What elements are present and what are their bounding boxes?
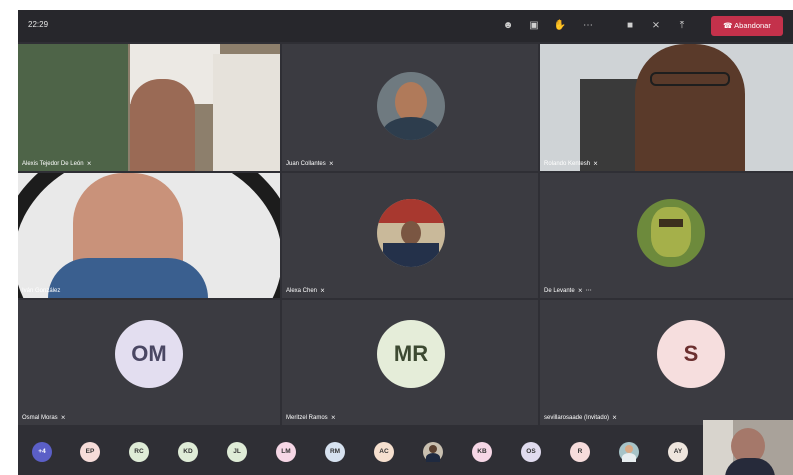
participant-name: De Levante ⨯ ⋯ (544, 288, 592, 294)
participant-name: Meritzel Ramos ⨯ (286, 415, 336, 421)
background-image (18, 44, 128, 171)
participant-shirt (48, 258, 208, 298)
video-tile[interactable]: Juan Collantes ⨯ (282, 44, 538, 171)
video-tile[interactable]: OM Osmal Moras ⨯ (18, 300, 280, 425)
participant-avatar[interactable]: KD (178, 442, 198, 462)
mic-off-icon: ⨯ (593, 161, 599, 167)
chat-icon[interactable]: ▣ (526, 18, 542, 34)
participant-avatar[interactable]: RC (129, 442, 149, 462)
participant-avatar (377, 72, 445, 140)
participant-avatar (377, 199, 445, 267)
participant-name: Iván González (22, 288, 61, 294)
video-tile[interactable]: Alexis Tejedor De León ⨯ (18, 44, 280, 171)
participant-name: sevillarosaade (Invitado) ⨯ (544, 415, 618, 421)
mic-off-icon: ⨯ (612, 415, 618, 421)
mic-off-icon: ⨯ (60, 415, 66, 421)
mic-off-icon: ⨯ (577, 288, 583, 294)
video-tile[interactable]: Alexa Chen ⨯ (282, 173, 538, 298)
leave-button[interactable]: ☎ Abandonar (711, 16, 783, 36)
participant-avatar[interactable]: AY (668, 442, 688, 462)
initials-avatar: S (657, 320, 725, 388)
share-screen-icon[interactable]: ⤒ (674, 18, 690, 34)
raise-hand-icon[interactable]: ✋ (552, 18, 568, 34)
video-tile[interactable]: Iván González (18, 173, 280, 298)
mic-off-icon: ⨯ (86, 161, 92, 167)
self-view-video[interactable] (703, 420, 793, 475)
background-chair (580, 79, 640, 171)
video-tile[interactable]: S sevillarosaade (Invitado) ⨯ (540, 300, 793, 425)
participant-photo-avatar[interactable] (423, 442, 443, 462)
glasses (650, 72, 730, 86)
participant-avatar[interactable]: LM (276, 442, 296, 462)
participant-video (130, 79, 195, 171)
video-tile[interactable]: Rolando Kentesh ⨯ (540, 44, 793, 171)
camera-icon[interactable]: ■ (622, 18, 638, 34)
meeting-timer: 22:29 (28, 20, 49, 29)
participant-name: Alexa Chen ⨯ (286, 288, 326, 294)
initials-avatar: OM (115, 320, 183, 388)
overflow-participants[interactable]: +4 (32, 442, 52, 462)
participant-name: Alexis Tejedor De León ⨯ (22, 161, 92, 167)
mic-off-icon: ⨯ (330, 415, 336, 421)
mic-off-icon: ⨯ (328, 161, 334, 167)
participant-avatar[interactable]: OS (521, 442, 541, 462)
participant-avatar[interactable]: R (570, 442, 590, 462)
video-tile[interactable]: De Levante ⨯ ⋯ (540, 173, 793, 298)
participant-avatar[interactable]: KB (472, 442, 492, 462)
participant-avatar (637, 199, 705, 267)
participant-avatar[interactable]: JL (227, 442, 247, 462)
leave-label: Abandonar (734, 21, 771, 30)
video-tile[interactable]: MR Meritzel Ramos ⨯ (282, 300, 538, 425)
participant-video (635, 44, 745, 171)
mic-off-icon: ⨯ (320, 288, 326, 294)
teams-meeting-window: 22:29 ☻ ▣ ✋ ⋯ ■ ⨯ ⤒ ☎ Abandonar Alexis T… (18, 10, 793, 475)
more-options-icon[interactable]: ⋯ (586, 288, 592, 294)
participant-strip: +4 EP RC KD JL LM RM AC KB OS R AY (18, 425, 793, 475)
more-options-icon[interactable]: ⋯ (580, 18, 596, 34)
participant-avatar[interactable]: RM (325, 442, 345, 462)
participant-name: Juan Collantes ⨯ (286, 161, 334, 167)
participant-name: Rolando Kentesh ⨯ (544, 161, 599, 167)
background-wall (213, 54, 280, 171)
phone-hangup-icon: ☎ (723, 21, 733, 30)
people-icon[interactable]: ☻ (500, 18, 516, 34)
participant-avatar[interactable]: EP (80, 442, 100, 462)
mic-muted-icon[interactable]: ⨯ (648, 18, 664, 34)
participant-avatar[interactable]: AC (374, 442, 394, 462)
participant-photo-avatar[interactable] (619, 442, 639, 462)
participant-name: Osmal Moras ⨯ (22, 415, 66, 421)
meeting-toolbar: 22:29 ☻ ▣ ✋ ⋯ ■ ⨯ ⤒ ☎ Abandonar (18, 10, 793, 42)
initials-avatar: MR (377, 320, 445, 388)
